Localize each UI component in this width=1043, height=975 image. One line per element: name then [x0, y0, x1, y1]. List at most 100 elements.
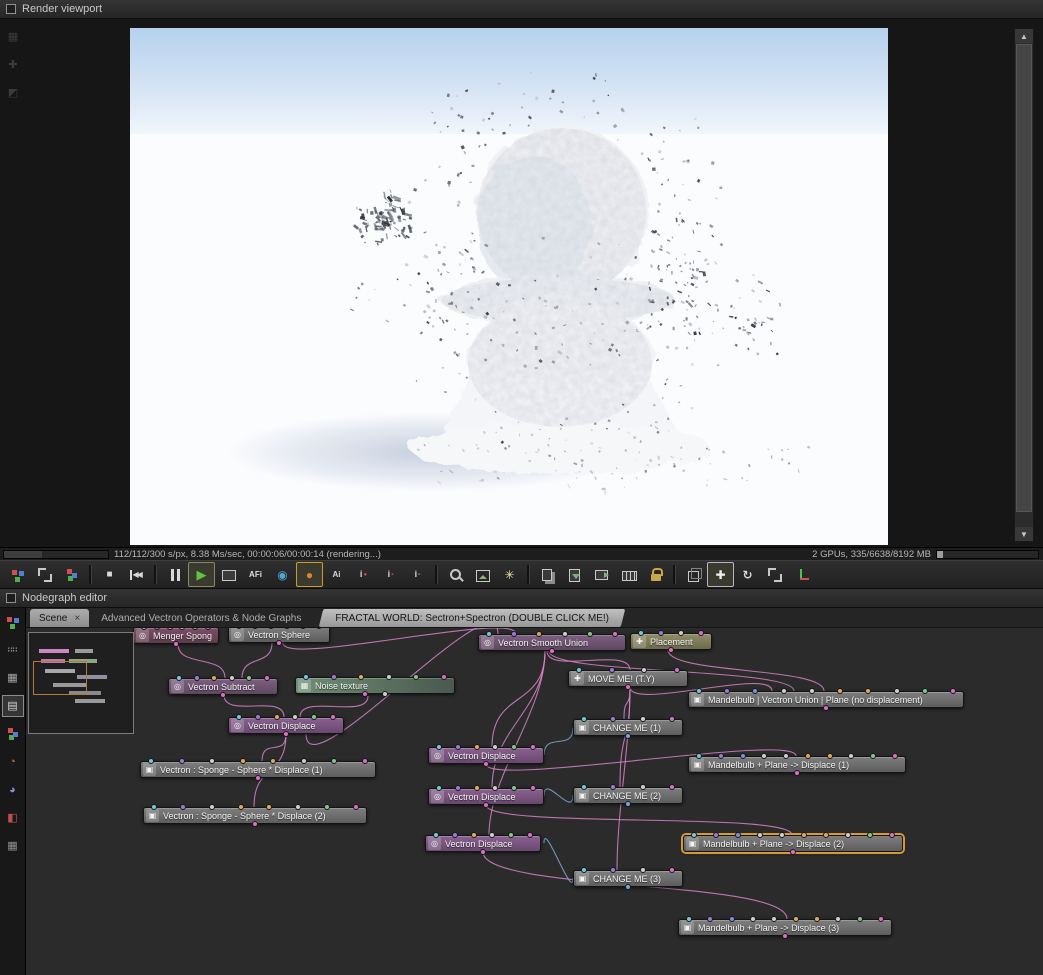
input-pin[interactable]	[771, 916, 778, 922]
input-pin[interactable]	[526, 832, 533, 838]
node-noise-texture[interactable]: ▦ Noise texture	[295, 674, 455, 697]
input-pin[interactable]	[284, 628, 290, 629]
input-pin[interactable]	[192, 628, 199, 630]
input-pin[interactable]	[761, 753, 768, 759]
input-pin[interactable]	[266, 804, 273, 810]
input-pin[interactable]	[835, 916, 842, 922]
info-square-toggle[interactable]: i ▪	[377, 562, 404, 587]
input-pin[interactable]	[678, 630, 684, 636]
node-group-sponge-sphere-2[interactable]: ▣ Vectron : Sponge - Sphere * Displace (2…	[143, 804, 367, 827]
node-mandelbulb-union-plane[interactable]: ▣ Mandelbulb | Vectron Union | Plane (no …	[688, 688, 964, 711]
input-pin[interactable]	[470, 832, 477, 838]
info-frame-toggle[interactable]: i ▫	[404, 562, 431, 587]
input-pin[interactable]	[151, 804, 157, 810]
input-pin[interactable]	[696, 688, 702, 694]
input-pin[interactable]	[783, 753, 790, 759]
scroll-up-button[interactable]: ▲	[1015, 29, 1033, 43]
output-pin[interactable]	[283, 731, 289, 737]
input-pin[interactable]	[576, 667, 582, 673]
layers-icon[interactable]: ▤	[1, 695, 24, 717]
node-menger-sponge[interactable]: ◎ Menger Sponge	[133, 628, 219, 647]
input-pin[interactable]	[153, 628, 160, 630]
input-pin[interactable]	[610, 716, 617, 722]
input-pin[interactable]	[707, 916, 714, 922]
input-pin[interactable]	[813, 916, 820, 922]
tab-close-icon[interactable]: ×	[74, 613, 80, 624]
zoom-tool-icon[interactable]	[442, 562, 469, 587]
tab-fractal-world-sectron-spectron[interactable]: FRACTAL WORLD: Sectron+Spectron (DOUBLE …	[321, 609, 623, 627]
input-pin[interactable]	[610, 784, 617, 790]
image-sequence-icon[interactable]	[615, 562, 642, 587]
node-vectron-sphere[interactable]: ◎ Vectron Sphere	[228, 628, 330, 646]
axis-gizmo-icon[interactable]	[788, 562, 815, 587]
input-pin[interactable]	[668, 867, 675, 873]
vp-mask-icon[interactable]: ◩	[3, 83, 23, 103]
node-vectron-subtract[interactable]: ◎ Vectron Subtract	[168, 675, 278, 698]
input-pin[interactable]	[166, 628, 173, 630]
input-pin[interactable]	[433, 832, 439, 838]
input-pin[interactable]	[486, 631, 492, 637]
input-pin[interactable]	[696, 753, 702, 759]
input-pin[interactable]	[329, 714, 336, 720]
input-pin[interactable]	[529, 785, 536, 791]
input-pin[interactable]	[949, 688, 956, 694]
external-monitor-icon[interactable]	[588, 562, 615, 587]
input-pin[interactable]	[492, 785, 499, 791]
input-pin[interactable]	[148, 758, 154, 764]
output-pin[interactable]	[625, 884, 631, 890]
node-change-me-2[interactable]: ▣ CHANGE ME (2)	[573, 784, 683, 807]
scale-tool-icon[interactable]	[761, 562, 788, 587]
output-pin[interactable]	[794, 770, 800, 776]
input-pin[interactable]	[273, 714, 280, 720]
input-pin[interactable]	[889, 832, 895, 838]
input-pin[interactable]	[451, 832, 458, 838]
output-pin[interactable]	[252, 821, 258, 827]
go-to-start-button[interactable]	[123, 562, 150, 587]
input-pin[interactable]	[331, 758, 338, 764]
output-pin[interactable]	[668, 647, 674, 653]
fullscreen-preview-button[interactable]	[215, 562, 242, 587]
input-pin[interactable]	[263, 675, 270, 681]
sparkle-icon[interactable]: ✳	[496, 562, 523, 587]
input-pin[interactable]	[252, 628, 258, 629]
input-pin[interactable]	[413, 674, 420, 680]
node-change-me-3[interactable]: ▣ CHANGE ME (3)	[573, 867, 683, 890]
input-pin[interactable]	[239, 758, 246, 764]
input-pin[interactable]	[639, 784, 646, 790]
input-pin[interactable]	[529, 744, 536, 750]
input-pin[interactable]	[246, 675, 253, 681]
input-pin[interactable]	[454, 785, 461, 791]
node-mandelbulb-displace-2[interactable]: ▣ Mandelbulb + Plane -> Displace (2)	[683, 832, 903, 855]
color-cube-icon[interactable]	[58, 562, 85, 587]
input-pin[interactable]	[176, 675, 182, 681]
input-pin[interactable]	[837, 688, 844, 694]
output-pin[interactable]	[480, 849, 486, 855]
node-mandelbulb-displace-3[interactable]: ▣ Mandelbulb + Plane -> Displace (3)	[678, 916, 892, 939]
input-pin[interactable]	[193, 675, 200, 681]
sphere-tool-icon[interactable]: ◔	[2, 751, 24, 773]
input-pin[interactable]	[358, 674, 365, 680]
output-pin[interactable]	[782, 933, 788, 939]
input-pin[interactable]	[845, 832, 851, 838]
node-vectron-displace-1[interactable]: ◎ Vectron Displace	[228, 714, 344, 737]
input-pin[interactable]	[581, 784, 587, 790]
input-pin[interactable]	[561, 631, 568, 637]
info-dot-toggle[interactable]: i ●	[350, 562, 377, 587]
input-pin[interactable]	[867, 832, 873, 838]
input-pin[interactable]	[330, 674, 337, 680]
input-pin[interactable]	[581, 716, 587, 722]
input-pin[interactable]	[316, 628, 322, 629]
input-pin[interactable]	[361, 758, 368, 764]
output-pin[interactable]	[625, 733, 631, 739]
input-pin[interactable]	[473, 785, 480, 791]
input-pin[interactable]	[352, 804, 359, 810]
input-pin[interactable]	[658, 630, 664, 636]
input-pin[interactable]	[808, 688, 815, 694]
move-tool-icon[interactable]: ✚	[707, 562, 734, 587]
input-pin[interactable]	[608, 667, 615, 673]
input-pin[interactable]	[724, 688, 731, 694]
input-pin[interactable]	[641, 667, 648, 673]
input-pin[interactable]	[691, 832, 697, 838]
info-a-toggle[interactable]: Ai	[323, 562, 350, 587]
render-mode-active-icon[interactable]: ●	[296, 562, 323, 587]
